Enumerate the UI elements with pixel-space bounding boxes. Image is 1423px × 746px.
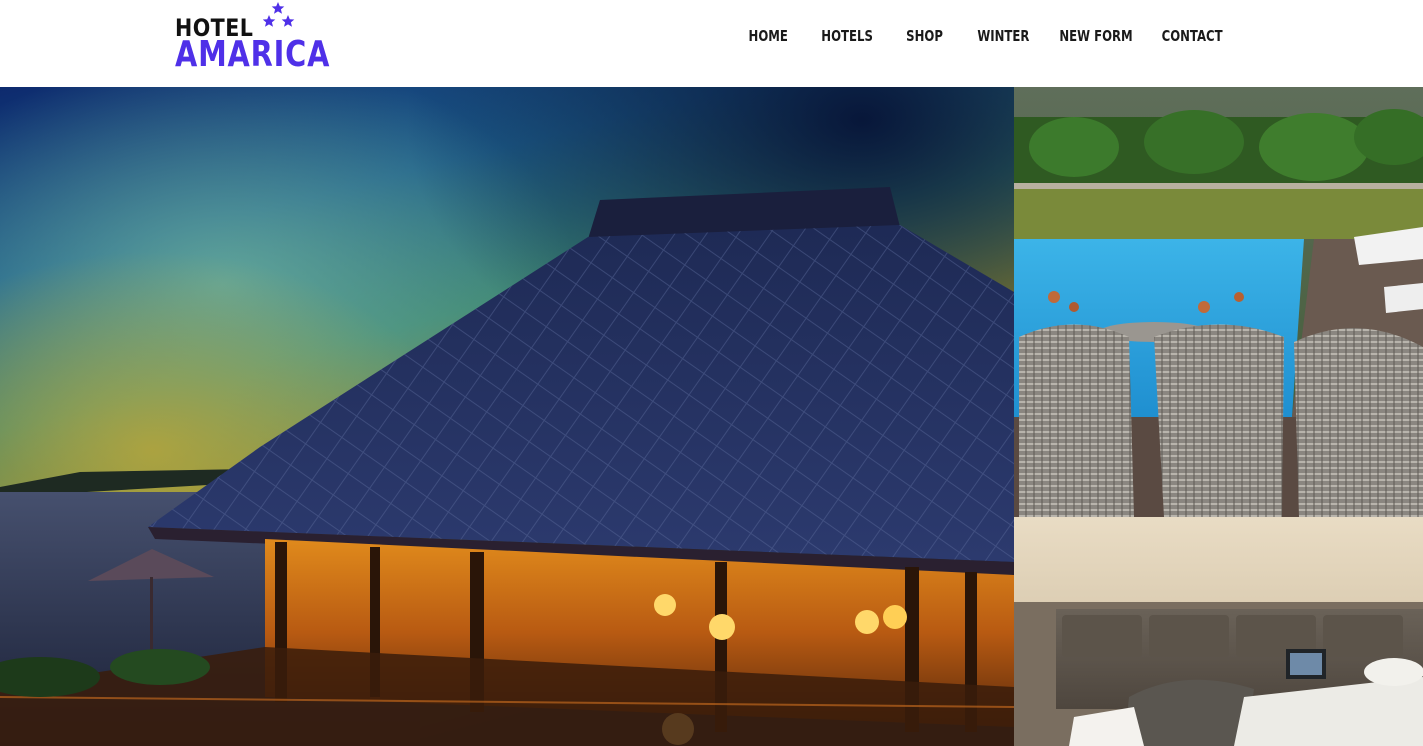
nav-slot-hotels: HOTELS xyxy=(797,25,897,47)
poolside-chairs-illustration xyxy=(1014,87,1423,517)
nav-slot-home: HOME xyxy=(739,25,797,47)
nav-link-home[interactable]: HOME xyxy=(748,27,787,45)
main-nav: HOME HOTELS SHOP WINTER NEW FORM CONTACT xyxy=(739,25,1245,47)
nav-slot-winter: WINTER xyxy=(953,25,1053,47)
stars-icon xyxy=(263,2,295,27)
logo-text-amarica: AMARICA xyxy=(175,34,331,75)
nav-slot-new-form: NEW FORM xyxy=(1053,25,1139,47)
resort-pavilion-illustration xyxy=(0,87,1014,746)
nav-slot-shop: SHOP xyxy=(897,25,953,47)
hero-side-top-image xyxy=(1014,87,1423,517)
nav-link-winter[interactable]: WINTER xyxy=(977,27,1029,45)
hero-main-image xyxy=(0,87,1014,746)
nav-link-hotels[interactable]: HOTELS xyxy=(821,27,873,45)
nav-link-new-form[interactable]: NEW FORM xyxy=(1059,27,1132,45)
brand-logo[interactable]: HOTEL AMARICA xyxy=(175,2,329,76)
hero-side-bottom-image xyxy=(1014,517,1423,746)
nav-slot-contact: CONTACT xyxy=(1139,25,1245,47)
nav-link-contact[interactable]: CONTACT xyxy=(1161,27,1222,45)
hotel-bedroom-illustration xyxy=(1014,517,1423,746)
site-header: HOTEL AMARICA HOME HOTELS SHOP WINTER NE… xyxy=(0,0,1423,87)
nav-link-shop[interactable]: SHOP xyxy=(907,27,944,45)
